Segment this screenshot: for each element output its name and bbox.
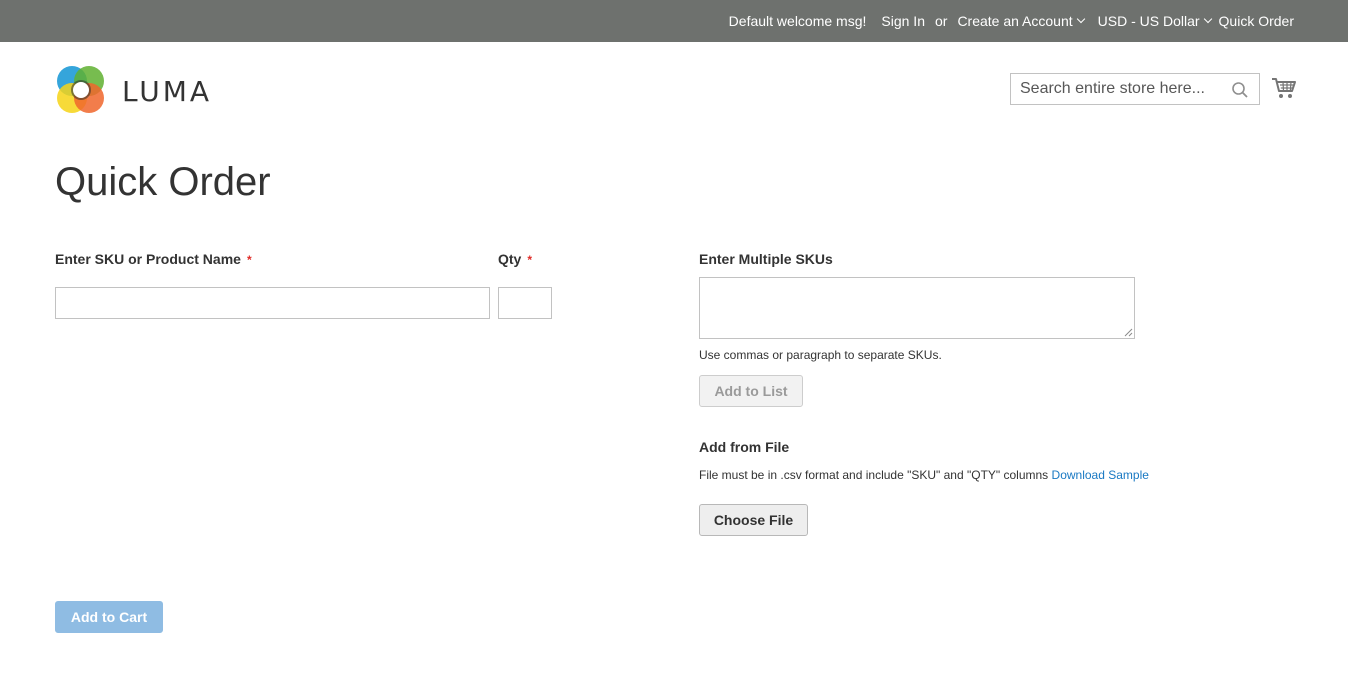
currency-label: USD - US Dollar bbox=[1097, 13, 1200, 29]
create-account-label: Create an Account bbox=[957, 13, 1073, 29]
add-from-file-label: Add from File bbox=[699, 439, 790, 455]
top-bar: Default welcome msg! Sign In or Create a… bbox=[0, 0, 1348, 42]
qty-input[interactable] bbox=[498, 287, 552, 319]
multiple-skus-label: Enter Multiple SKUs bbox=[699, 251, 833, 267]
search-icon[interactable] bbox=[1231, 81, 1249, 99]
cart-icon[interactable] bbox=[1271, 76, 1297, 100]
qty-label-text: Qty bbox=[498, 251, 522, 267]
multiple-skus-textarea[interactable] bbox=[699, 277, 1135, 339]
top-links: Default welcome msg! Sign In or Create a… bbox=[729, 0, 1294, 42]
sku-label-text: Enter SKU or Product Name bbox=[55, 251, 241, 267]
add-to-cart-button[interactable]: Add to Cart bbox=[55, 601, 163, 633]
download-sample-link[interactable]: Download Sample bbox=[1052, 468, 1149, 482]
sku-label: Enter SKU or Product Name * bbox=[55, 251, 252, 267]
qty-label: Qty * bbox=[498, 251, 532, 267]
logo-text: LUMA bbox=[122, 74, 213, 108]
chevron-down-icon bbox=[1076, 14, 1085, 24]
search-box bbox=[1010, 73, 1260, 105]
file-format-text: File must be in .csv format and include … bbox=[699, 468, 1049, 482]
required-mark: * bbox=[527, 253, 533, 267]
search-input[interactable] bbox=[1011, 74, 1221, 104]
chevron-down-icon bbox=[1203, 14, 1212, 24]
sku-input[interactable] bbox=[55, 287, 490, 319]
multiple-skus-note: Use commas or paragraph to separate SKUs… bbox=[699, 348, 942, 362]
store-logo[interactable]: LUMA bbox=[55, 64, 212, 116]
currency-switcher[interactable]: USD - US Dollar bbox=[1098, 13, 1219, 29]
page-title: Quick Order bbox=[55, 160, 271, 204]
required-mark: * bbox=[246, 253, 252, 267]
file-format-note: File must be in .csv format and include … bbox=[699, 468, 1149, 482]
or-separator: or bbox=[934, 13, 948, 29]
resize-handle-icon[interactable] bbox=[1124, 328, 1133, 337]
add-to-list-button[interactable]: Add to List bbox=[699, 375, 803, 407]
choose-file-button[interactable]: Choose File bbox=[699, 504, 808, 536]
quick-order-link[interactable]: Quick Order bbox=[1219, 13, 1294, 29]
sign-in-link[interactable]: Sign In bbox=[881, 13, 925, 29]
create-account-dropdown[interactable]: Create an Account bbox=[957, 13, 1091, 29]
welcome-message: Default welcome msg! bbox=[728, 13, 867, 29]
luma-logo-icon bbox=[57, 66, 104, 113]
